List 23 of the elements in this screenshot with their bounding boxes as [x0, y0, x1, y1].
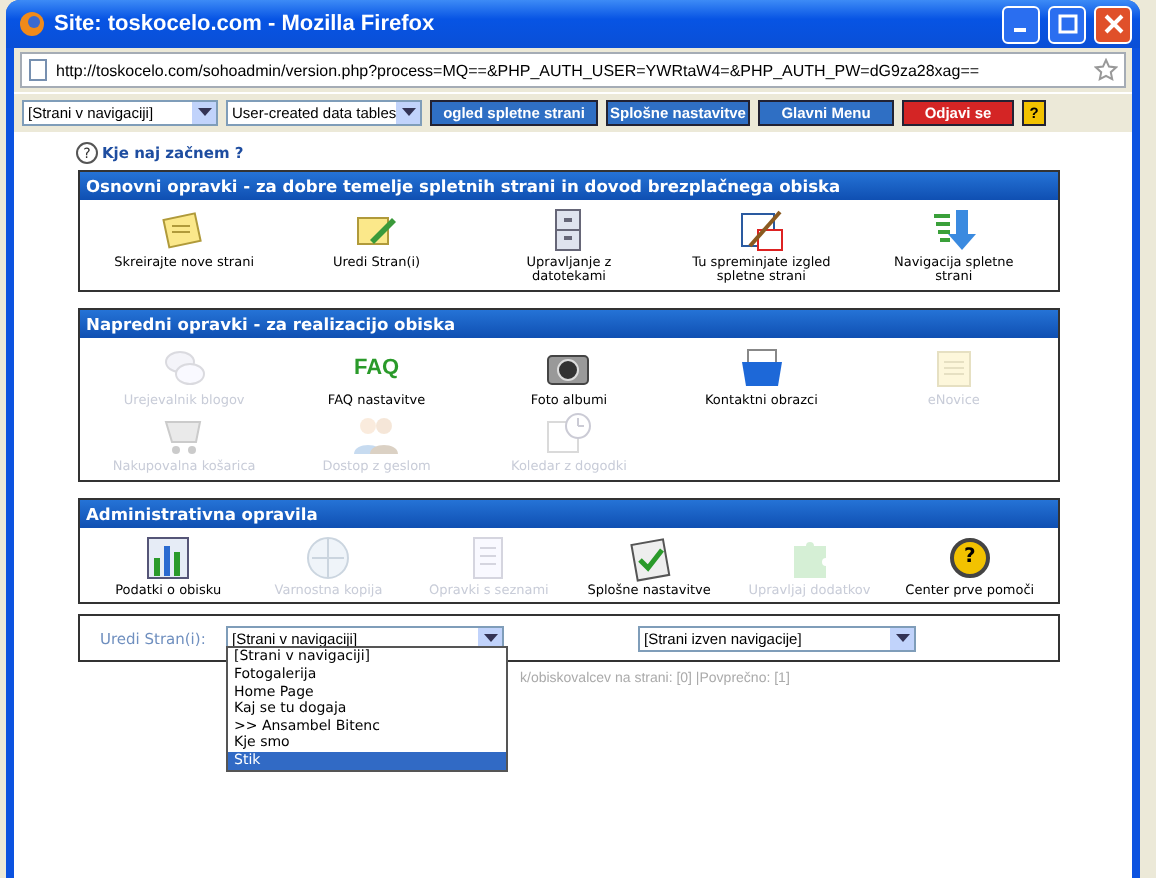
- caret-icon: [197, 108, 211, 118]
- caret-icon: [895, 633, 909, 644]
- close-button[interactable]: [1094, 5, 1132, 43]
- close-icon: [1103, 14, 1123, 34]
- page-icon: [28, 58, 48, 82]
- arrow-down-icon: [929, 206, 978, 254]
- address-field[interactable]: http://toskocelo.com/sohoadmin/version.php?process=MQ==&PHP_AUTH_USER=YWRtaW4=&PHP_AUTH_PW=dG9za28xag==: [20, 52, 1126, 88]
- browser-icon: [18, 10, 46, 38]
- help-icon: ?: [949, 537, 990, 578]
- maximize-button[interactable]: [1048, 5, 1086, 43]
- bar-chart-icon: [144, 533, 193, 582]
- panel-title: Administrativna opravila: [80, 499, 1058, 528]
- caret-icon: [483, 633, 497, 644]
- calendar-icon: [544, 410, 593, 459]
- faq-icon: FAQ: [353, 355, 400, 380]
- minimize-button[interactable]: [1002, 5, 1040, 43]
- window-title: Site: toskocelo.com - Mozilla Firefox: [54, 12, 437, 36]
- panel-title: Osnovni opravki - za dobre temelje spletnih strani in dovod brezplačnega obiska: [80, 172, 1058, 200]
- globe-icon: [304, 533, 353, 582]
- maximize-icon: [1057, 14, 1077, 34]
- star-icon: [1094, 58, 1118, 82]
- panel-title: Napredni opravki - za realizacijo obiska: [80, 309, 1058, 338]
- caret-icon: [401, 108, 416, 118]
